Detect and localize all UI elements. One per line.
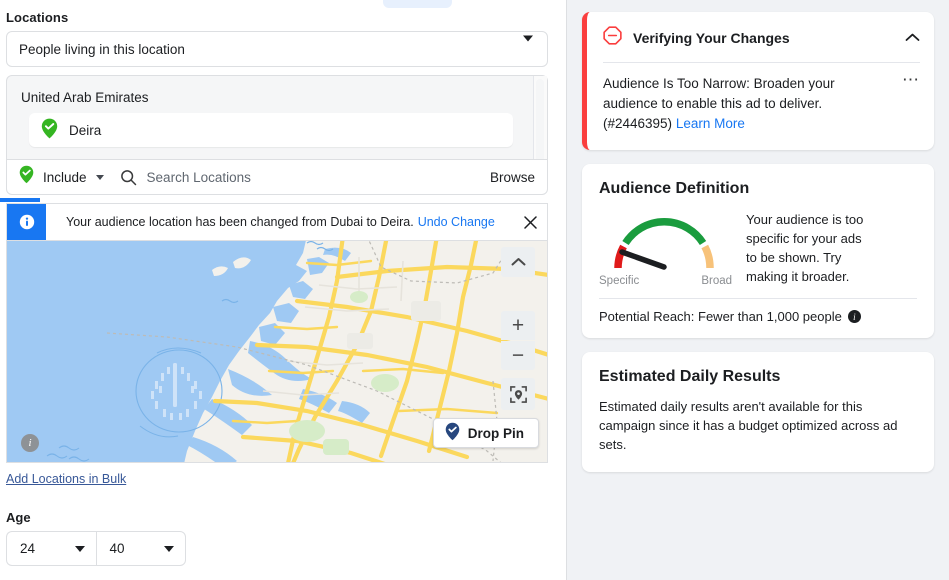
location-map[interactable]: Ajman Sharjah Deira Dubai Al A + [6,241,548,463]
include-dropdown-label[interactable]: Include [43,170,87,185]
audience-definition-card: Audience Definition Specific Broad Your … [582,164,934,338]
map-zoom-out-label: − [511,343,525,367]
gauge-high-label: Broad [701,275,732,287]
notice-text: Your audience location has been changed … [66,215,414,229]
learn-more-link[interactable]: Learn More [676,116,745,131]
map-zoom-in-label: + [511,313,525,337]
selected-locations-list: United Arab Emirates Deira [6,75,548,171]
age-min-value: 24 [20,541,36,556]
drop-pin-button[interactable]: Drop Pin [432,418,539,448]
target-pin-icon [509,385,527,403]
chevron-down-icon [74,545,85,552]
ellipsis-icon[interactable]: ⋯ [902,71,920,134]
age-max-value: 40 [109,541,125,556]
gauge-chart [614,218,714,270]
age-min-select[interactable]: 24 [6,531,96,566]
alert-title: Verifying Your Changes [633,30,790,46]
focus-indicator [0,198,40,202]
info-icon[interactable]: i [847,310,861,323]
include-search-row: Include Search Locations Browse [0,159,548,202]
notice-text-wrap: Your audience location has been changed … [46,204,513,240]
drop-pin-label: Drop Pin [467,425,524,441]
green-pin-check-icon [41,118,58,142]
potential-reach-row: Potential Reach: Fewer than 1,000 people… [599,309,917,324]
map-zoom-in-button[interactable]: + [501,311,535,340]
map-collapse-button[interactable] [501,247,535,277]
audience-gauge-row: Specific Broad Your audience is too spec… [599,208,917,287]
search-icon [120,169,137,186]
add-locations-in-bulk-link[interactable]: Add Locations in Bulk [6,472,126,486]
audience-definition-title: Audience Definition [599,180,750,197]
location-type-select[interactable]: People living in this location [6,31,548,67]
age-range-control: 24 40 [6,531,186,566]
stop-minus-icon [603,26,622,50]
alert-body: Audience Is Too Narrow: Broaden your aud… [603,71,920,134]
age-max-select[interactable]: 40 [95,531,186,566]
undo-change-link[interactable]: Undo Change [418,215,495,229]
gauge-low-label: Specific [599,275,640,287]
list-item[interactable]: Deira [29,113,513,147]
summary-panel: Verifying Your Changes Audience Is Too N… [567,0,949,580]
ad-set-audience-editor: Locations People living in this location… [0,0,949,580]
estimated-daily-results-card: Estimated Daily Results Estimated daily … [582,352,934,472]
alert-collapse-button[interactable] [905,29,920,47]
chevron-up-icon [511,258,525,266]
scrollbar-thumb[interactable] [536,79,544,171]
audience-gauge: Specific Broad [599,208,734,287]
chevron-down-icon [523,35,533,57]
alert-header: Verifying Your Changes [603,26,920,50]
estimated-daily-results-text: Estimated daily results aren't available… [599,399,898,452]
map-info-icon[interactable]: i [21,434,39,452]
estimated-daily-results-title: Estimated Daily Results [599,368,781,385]
verifying-changes-card: Verifying Your Changes Audience Is Too N… [582,12,934,150]
location-change-notice: Your audience location has been changed … [6,203,548,241]
info-icon [7,204,46,240]
audience-message: Your audience is too specific for your a… [746,212,864,284]
alert-message-wrap: Audience Is Too Narrow: Broaden your aud… [603,74,875,134]
search-input[interactable]: Search Locations [147,170,251,185]
green-pin-icon [19,165,34,189]
divider [603,62,920,63]
chevron-down-icon [164,545,174,552]
locations-label: Locations [6,10,69,25]
map-locate-button[interactable] [501,378,535,410]
location-type-value: People living in this location [19,41,185,57]
potential-reach-text: Potential Reach: Fewer than 1,000 people [599,309,842,324]
locations-panel: Locations People living in this location… [0,0,567,580]
partial-top-pill [383,0,452,8]
gauge-axis-labels: Specific Broad [599,275,734,287]
list-item-label: Deira [69,122,102,138]
map-zoom-out-button[interactable]: − [501,341,535,370]
close-icon[interactable] [513,204,547,240]
divider [599,298,917,299]
locations-scrollbar[interactable] [533,76,547,171]
browse-button[interactable]: Browse [490,170,535,185]
blue-pin-check-icon [445,422,460,444]
chevron-up-icon [905,33,920,41]
chevron-down-icon[interactable] [95,174,104,180]
age-label: Age [6,510,31,525]
country-name: United Arab Emirates [21,90,149,105]
